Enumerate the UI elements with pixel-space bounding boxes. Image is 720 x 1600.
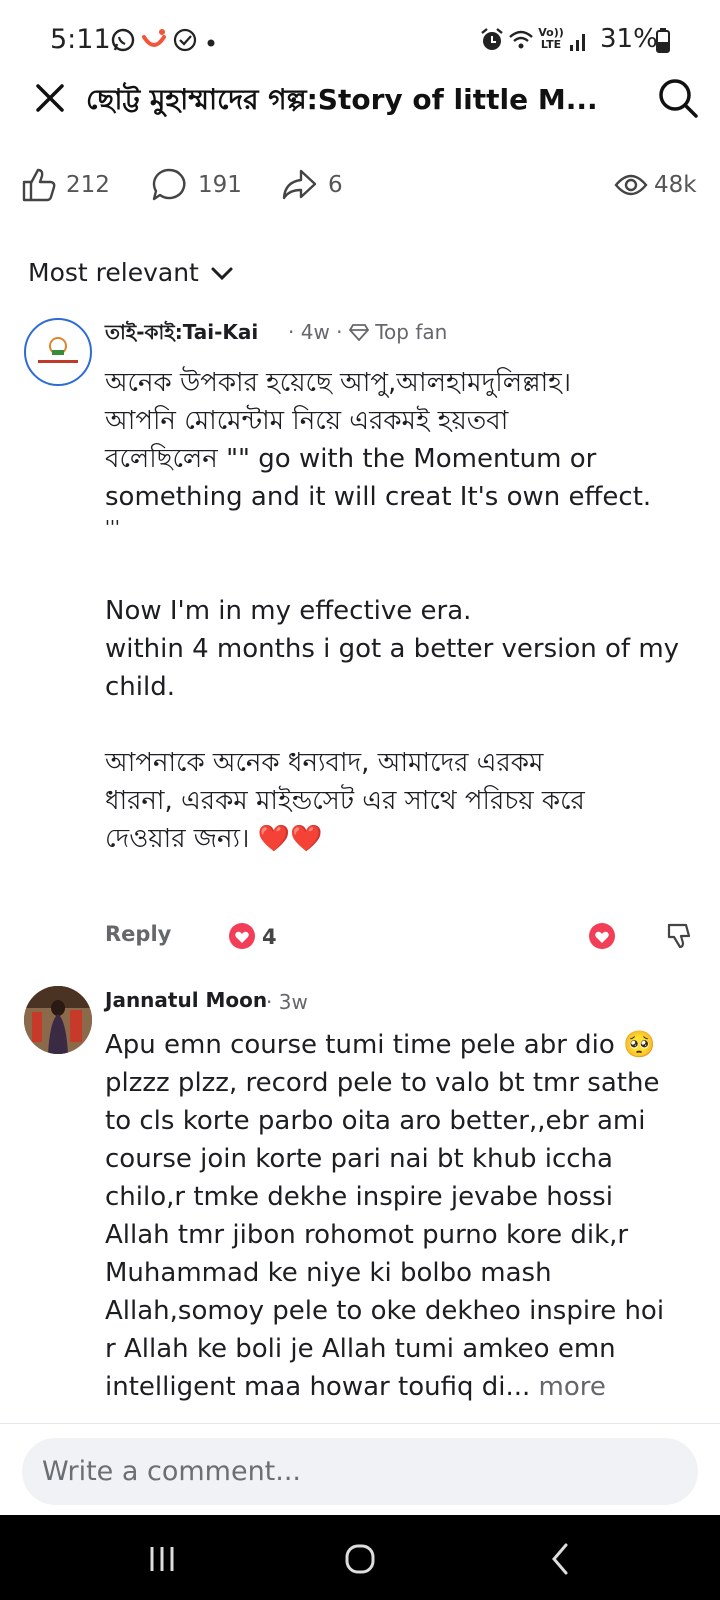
comment-author[interactable]: Jannatul Moon bbox=[105, 988, 267, 1012]
comment-composer bbox=[22, 1438, 698, 1505]
love-react-button-icon[interactable] bbox=[588, 922, 616, 950]
reactions-bar: 212 191 6 48k bbox=[0, 166, 720, 210]
divider bbox=[0, 1423, 720, 1424]
comment-time: · 4w · bbox=[288, 320, 343, 344]
like-button[interactable]: 212 bbox=[20, 166, 120, 206]
comment-body: অনেক উপকার হয়েছে আপু,আলহামদুলিল্লাহ। আপ… bbox=[105, 364, 705, 858]
comment-line: Now I'm in my effective era. bbox=[105, 596, 472, 626]
app-icon bbox=[142, 29, 166, 47]
volte-icon: Vo)) LTE bbox=[538, 26, 564, 51]
comment-line: Apu emn course tumi time pele abr dio 🥺 bbox=[105, 1030, 656, 1060]
reaction-count: 4 bbox=[262, 925, 277, 949]
comment-bubble-icon bbox=[152, 168, 186, 201]
comment-line: to cls korte parbo oita aro better,,ebr … bbox=[105, 1106, 646, 1136]
comment-line: আপনাকে অনেক ধন্যবাদ, আমাদের এরকম bbox=[105, 748, 544, 778]
page-title: ছোট্ট মুহাম্মাদের গল্প:Story of little M… bbox=[86, 83, 598, 116]
avatar[interactable] bbox=[24, 986, 92, 1054]
comment-line: Allah,somoy pele to oke dekheo inspire h… bbox=[105, 1296, 665, 1326]
comment-body: Apu emn course tumi time pele abr dio 🥺 … bbox=[105, 1026, 705, 1406]
dot-icon bbox=[207, 39, 215, 47]
comment-meta: · 4w · Top fan bbox=[288, 320, 447, 344]
profile-photo-icon bbox=[24, 986, 92, 1054]
close-icon[interactable] bbox=[30, 78, 70, 118]
search-icon[interactable] bbox=[656, 76, 700, 120]
comment-line: দেওয়ার জন্য। ❤️❤️ bbox=[105, 824, 323, 854]
title-bar: ছোট্ট মুহাম্মাদের গল্প:Story of little M… bbox=[0, 74, 720, 124]
comment-line: plzzz plzz, record pele to valo bt tmr s… bbox=[105, 1068, 660, 1098]
battery-percent: 31% bbox=[600, 24, 658, 54]
chevron-down-icon bbox=[211, 267, 233, 281]
comment-count: 191 bbox=[198, 172, 242, 198]
comment-line: ধারনা, এরকম মাইন্ডসেট এর সাথে পরিচয় করে bbox=[105, 786, 585, 816]
back-icon[interactable] bbox=[540, 1537, 584, 1581]
comment-author[interactable]: তাই-কাই:Tai-Kai bbox=[105, 318, 258, 351]
comment-line: child. bbox=[105, 672, 175, 702]
comment-line: course join korte pari nai bt khub iccha bbox=[105, 1144, 613, 1174]
comment-line: intelligent maa howar toufiq di... more bbox=[105, 1368, 705, 1406]
views-indicator: 48k bbox=[614, 166, 704, 206]
system-nav-bar bbox=[0, 1515, 720, 1600]
share-arrow-icon bbox=[282, 169, 317, 200]
status-bar: 5:11 Vo)) LTE 31% bbox=[0, 0, 720, 80]
sort-dropdown[interactable]: Most relevant bbox=[28, 258, 248, 294]
comment-line: Allah tmr jibon rohomot purno kore dik,r bbox=[105, 1220, 629, 1250]
tai-kai-logo-icon bbox=[28, 322, 88, 382]
avatar[interactable] bbox=[24, 318, 92, 386]
wifi-icon bbox=[509, 30, 533, 49]
reply-button[interactable]: Reply bbox=[105, 922, 171, 946]
comment-line: ''' bbox=[105, 517, 120, 538]
comment-line: chilo,r tmke dekhe inspire jevabe hossi bbox=[105, 1182, 613, 1212]
see-more-link[interactable]: more bbox=[539, 1372, 606, 1402]
share-count: 6 bbox=[328, 172, 343, 198]
status-time: 5:11 bbox=[50, 24, 111, 55]
sort-label: Most relevant bbox=[28, 258, 199, 287]
battery-icon bbox=[656, 28, 670, 53]
share-button[interactable]: 6 bbox=[280, 166, 350, 206]
comment-button[interactable]: 191 bbox=[150, 166, 250, 206]
truncated-text: intelligent maa howar toufiq di... bbox=[105, 1372, 531, 1402]
comment-line: r Allah ke boli je Allah tumi amkeo emn bbox=[105, 1334, 616, 1364]
comment-line: বলেছিলেন "" go with the Momentum or bbox=[105, 444, 597, 474]
whatsapp-icon bbox=[111, 28, 135, 52]
comment-line: within 4 months i got a better version o… bbox=[105, 634, 680, 664]
check-circle-icon bbox=[173, 28, 197, 52]
top-fan-badge: Top fan bbox=[375, 320, 448, 344]
comment-time: · 3w bbox=[266, 990, 308, 1014]
recents-icon[interactable] bbox=[140, 1537, 184, 1581]
comment-line: Muhammad ke niye ki bolbo mash bbox=[105, 1258, 552, 1288]
comment-line: something and it will creat It's own eff… bbox=[105, 482, 652, 512]
diamond-icon bbox=[348, 324, 369, 342]
thumbs-up-icon bbox=[22, 168, 56, 202]
thumbs-down-icon[interactable] bbox=[664, 920, 694, 950]
eye-icon bbox=[614, 174, 648, 196]
comment-line: অনেক উপকার হয়েছে আপু,আলহামদুলিল্লাহ। bbox=[105, 368, 572, 398]
signal-icon bbox=[570, 34, 585, 51]
like-count: 212 bbox=[66, 172, 110, 198]
love-reaction-icon bbox=[229, 923, 255, 949]
comment-line: আপনি মোমেন্টাম নিয়ে এরকমই হয়তবা bbox=[105, 406, 509, 436]
view-count: 48k bbox=[654, 172, 697, 198]
alarm-icon bbox=[481, 28, 503, 50]
home-icon[interactable] bbox=[338, 1537, 382, 1581]
comment-input[interactable] bbox=[42, 1438, 672, 1505]
